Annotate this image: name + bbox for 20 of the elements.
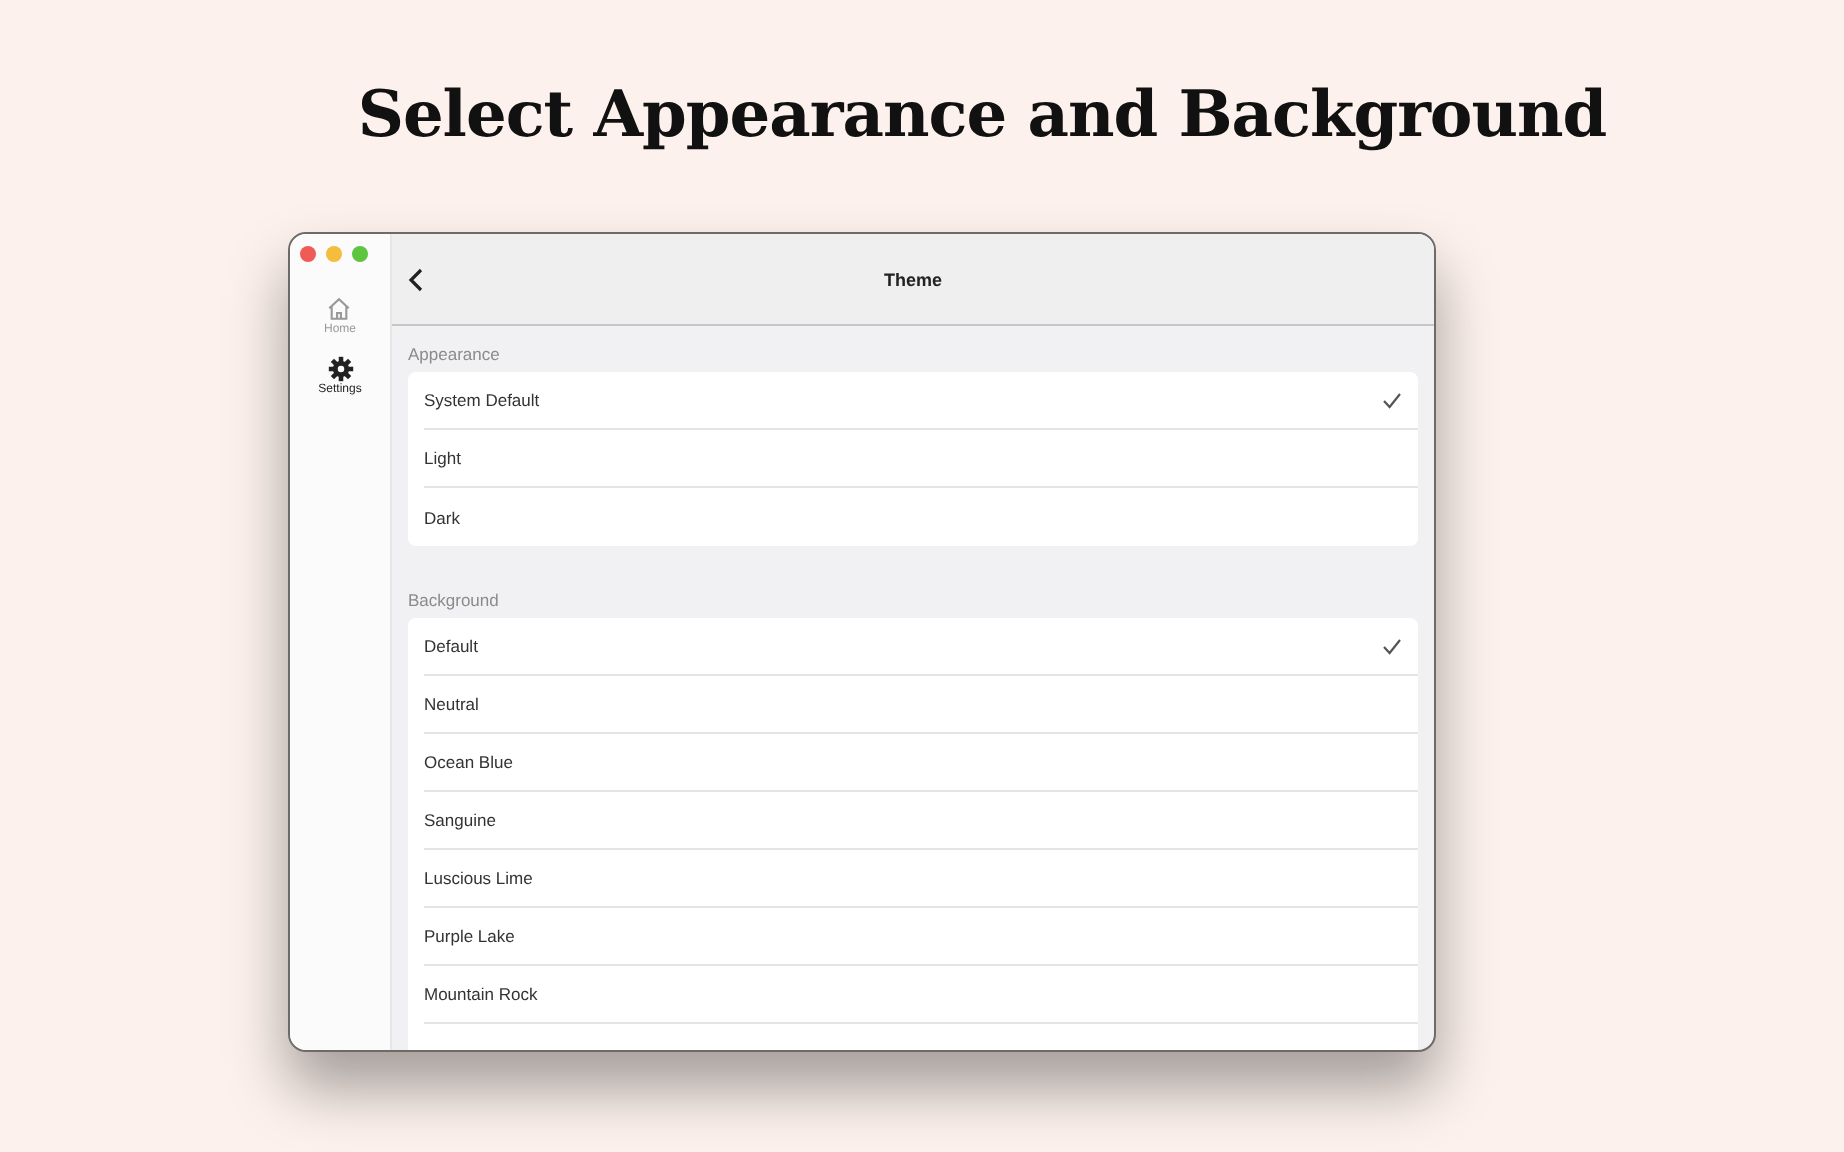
option-row[interactable]: Mountain Rock [424, 966, 1418, 1024]
section-title: Appearance [408, 342, 502, 368]
option-row[interactable]: Ocean Blue [424, 734, 1418, 792]
chevron-left-icon [408, 267, 424, 291]
section-title: Background [408, 588, 501, 614]
settings-icon [327, 356, 353, 382]
minimize-button[interactable] [326, 246, 342, 262]
option-row[interactable]: Default [424, 618, 1418, 676]
page-headline: Select Appearance and Background [357, 76, 1607, 156]
option-row[interactable]: Dark [424, 488, 1418, 546]
option-row[interactable]: Neutral [424, 676, 1418, 734]
option-row[interactable]: Luscious Lime [424, 850, 1418, 908]
close-button[interactable] [300, 246, 316, 262]
screen-title: Theme [884, 269, 942, 289]
option-row[interactable]: Sanguine [424, 792, 1418, 850]
zoom-button[interactable] [352, 246, 368, 262]
option-row[interactable]: Purple Lake [424, 908, 1418, 966]
option-row[interactable]: System Default [424, 372, 1418, 430]
option-row[interactable]: Light [424, 430, 1418, 488]
home-icon [326, 296, 353, 322]
